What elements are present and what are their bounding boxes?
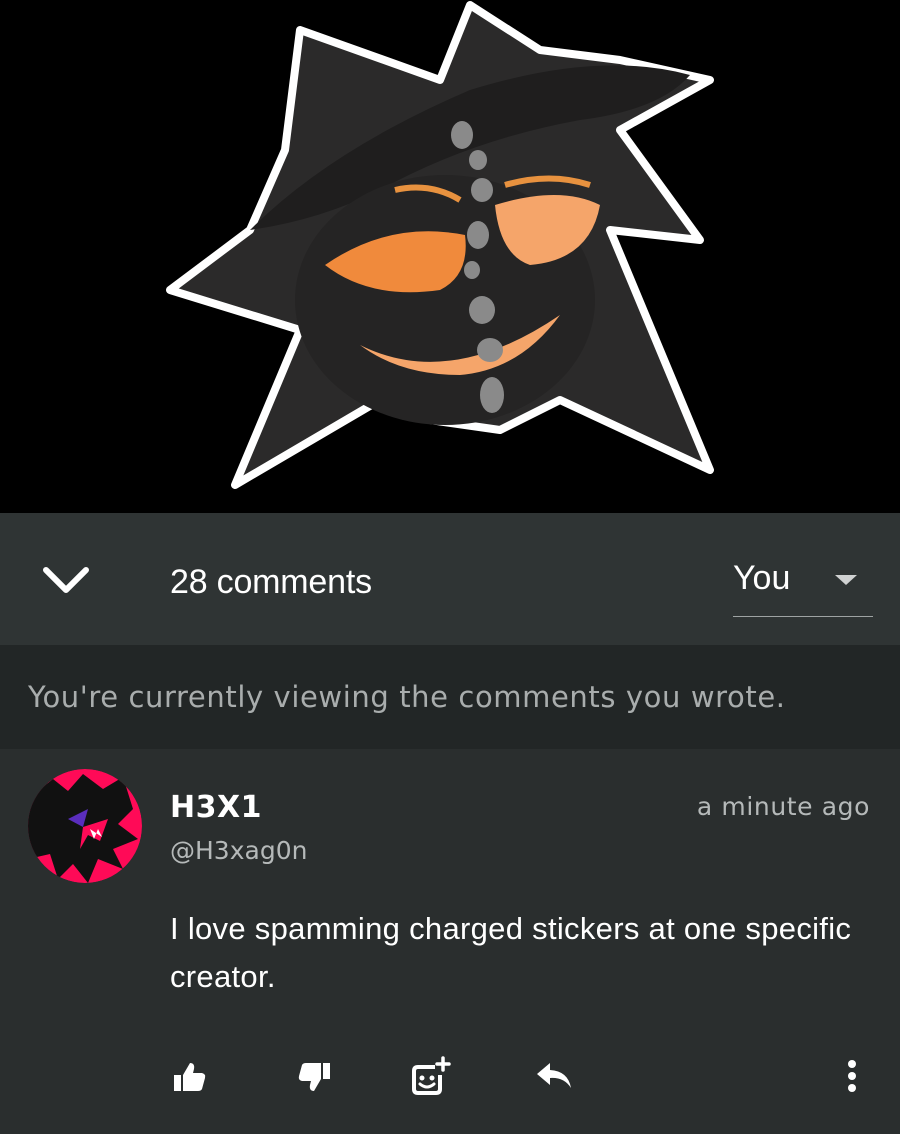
sticker-button[interactable] — [408, 1055, 452, 1099]
dislike-button[interactable] — [292, 1055, 336, 1099]
dropdown-arrow-icon — [835, 575, 857, 585]
thumbs-up-icon — [174, 1063, 206, 1091]
like-button[interactable] — [168, 1055, 212, 1099]
chevron-down-icon — [43, 567, 89, 593]
reply-icon — [537, 1063, 571, 1088]
comment-filter-dropdown[interactable]: You — [733, 553, 873, 617]
comment-body: I love spamming charged stickers at one … — [170, 911, 852, 994]
author-name[interactable]: H3X1 — [170, 790, 262, 825]
add-sticker-icon — [412, 1056, 451, 1095]
character-artwork-icon — [166, 1, 714, 489]
filter-notice-text: You're currently viewing the comments yo… — [28, 680, 786, 714]
post-artwork — [0, 0, 900, 513]
avatar-image — [28, 769, 142, 883]
collapse-comments-button[interactable] — [38, 556, 94, 604]
filter-selected-value: You — [733, 559, 791, 597]
avatar[interactable] — [28, 769, 142, 883]
more-options-button[interactable] — [830, 1055, 874, 1099]
more-vertical-icon — [848, 1060, 856, 1092]
thumbs-down-icon — [298, 1063, 330, 1091]
comments-count: 28 comments — [170, 563, 372, 601]
comment-timestamp: a minute ago — [696, 792, 870, 821]
author-handle: @H3xag0n — [170, 836, 308, 865]
reply-button[interactable] — [532, 1055, 576, 1099]
